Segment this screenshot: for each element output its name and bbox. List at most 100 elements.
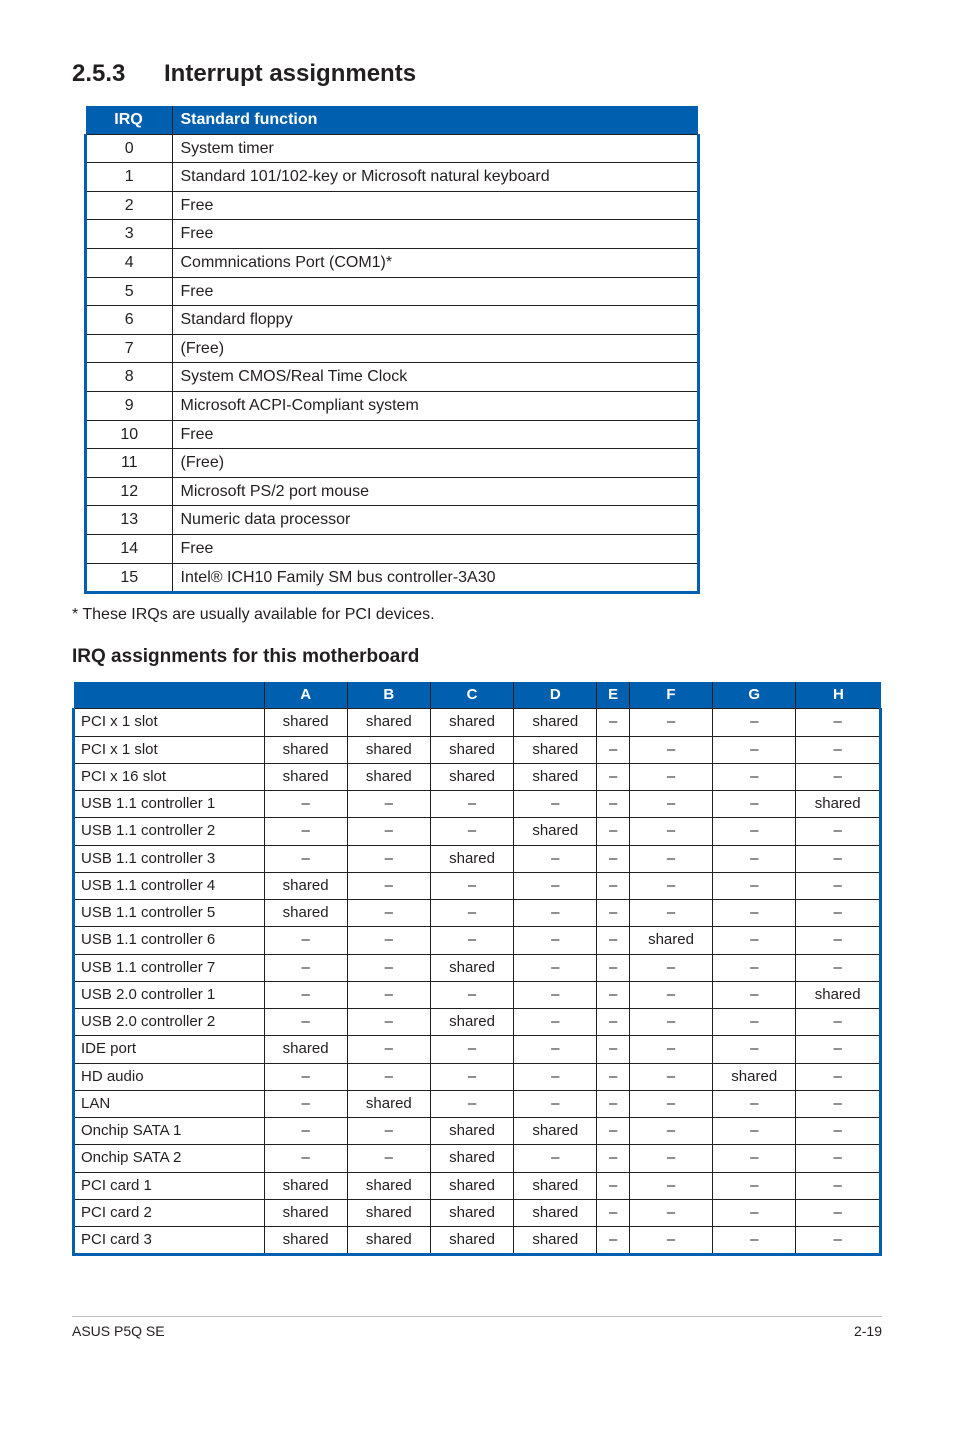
assign-value: – xyxy=(796,763,881,790)
assign-value: shared xyxy=(514,736,597,763)
assign-value: shared xyxy=(796,791,881,818)
assign-device: USB 1.1 controller 6 xyxy=(74,927,265,954)
assign-value: shared xyxy=(264,763,347,790)
assign-header-col: F xyxy=(629,682,712,709)
assign-value: – xyxy=(264,1145,347,1172)
assign-value: – xyxy=(430,900,513,927)
table-row: 4Commnications Port (COM1)* xyxy=(86,248,699,277)
irq-number: 11 xyxy=(86,449,173,478)
assign-value: shared xyxy=(264,900,347,927)
assign-value: – xyxy=(597,1118,630,1145)
irq-number: 2 xyxy=(86,191,173,220)
assign-value: shared xyxy=(347,1199,430,1226)
assign-value: shared xyxy=(264,1036,347,1063)
assign-value: shared xyxy=(514,1118,597,1145)
table-row: 3Free xyxy=(86,220,699,249)
section-number: 2.5.3 xyxy=(72,60,164,88)
assign-value: – xyxy=(796,927,881,954)
assign-value: – xyxy=(713,1118,796,1145)
assign-value: shared xyxy=(430,954,513,981)
table-row: 10Free xyxy=(86,420,699,449)
assign-value: – xyxy=(629,981,712,1008)
assign-value: – xyxy=(629,1172,712,1199)
irq-function: System CMOS/Real Time Clock xyxy=(172,363,698,392)
assign-value: – xyxy=(713,818,796,845)
irq-number: 4 xyxy=(86,248,173,277)
assign-value: – xyxy=(597,954,630,981)
assign-value: – xyxy=(430,1063,513,1090)
assign-value: – xyxy=(347,1009,430,1036)
table-row: 14Free xyxy=(86,534,699,563)
assign-value: – xyxy=(713,791,796,818)
assign-value: – xyxy=(796,709,881,736)
assign-value: – xyxy=(514,1145,597,1172)
table-row: 8System CMOS/Real Time Clock xyxy=(86,363,699,392)
section-title: 2.5.3Interrupt assignments xyxy=(72,60,882,88)
table-row: Onchip SATA 2––shared––––– xyxy=(74,1145,881,1172)
assign-value: – xyxy=(629,709,712,736)
assign-value: – xyxy=(347,1063,430,1090)
assign-value: – xyxy=(713,1009,796,1036)
section-heading: Interrupt assignments xyxy=(164,60,416,87)
assign-value: shared xyxy=(514,818,597,845)
assign-value: – xyxy=(347,1118,430,1145)
assign-device: USB 1.1 controller 2 xyxy=(74,818,265,845)
assign-value: – xyxy=(597,927,630,954)
assign-value: – xyxy=(629,1090,712,1117)
assign-value: – xyxy=(430,791,513,818)
assign-value: – xyxy=(430,818,513,845)
assign-value: – xyxy=(629,900,712,927)
table-row: PCI x 1 slotsharedsharedsharedshared–––– xyxy=(74,709,881,736)
assign-value: – xyxy=(629,845,712,872)
assign-value: – xyxy=(713,1036,796,1063)
assign-value: – xyxy=(347,791,430,818)
assign-device: USB 1.1 controller 3 xyxy=(74,845,265,872)
assign-value: shared xyxy=(264,1199,347,1226)
assign-value: shared xyxy=(347,763,430,790)
assign-value: – xyxy=(629,954,712,981)
assign-value: – xyxy=(347,872,430,899)
assign-value: – xyxy=(430,1036,513,1063)
assign-value: shared xyxy=(430,763,513,790)
assign-device: Onchip SATA 2 xyxy=(74,1145,265,1172)
assign-value: – xyxy=(347,1036,430,1063)
assign-value: – xyxy=(796,1172,881,1199)
assign-value: – xyxy=(713,763,796,790)
assign-value: – xyxy=(796,1009,881,1036)
assign-value: – xyxy=(629,1199,712,1226)
assign-header-col: D xyxy=(514,682,597,709)
table-row: USB 1.1 controller 2–––shared–––– xyxy=(74,818,881,845)
table-row: 6Standard floppy xyxy=(86,306,699,335)
irq-function: Numeric data processor xyxy=(172,506,698,535)
assign-device: USB 2.0 controller 1 xyxy=(74,981,265,1008)
assign-value: – xyxy=(629,872,712,899)
assign-value: – xyxy=(629,791,712,818)
assign-value: – xyxy=(430,1090,513,1117)
footnote: * These IRQs are usually available for P… xyxy=(72,606,882,624)
assign-value: – xyxy=(347,845,430,872)
assign-value: – xyxy=(629,736,712,763)
assign-value: shared xyxy=(347,1090,430,1117)
irq-number: 12 xyxy=(86,477,173,506)
irq-number: 0 xyxy=(86,134,173,163)
assign-value: shared xyxy=(430,736,513,763)
irq-number: 14 xyxy=(86,534,173,563)
assign-value: – xyxy=(430,981,513,1008)
assign-value: shared xyxy=(264,872,347,899)
assign-value: – xyxy=(347,927,430,954)
assign-value: – xyxy=(796,1118,881,1145)
assign-value: shared xyxy=(264,709,347,736)
table-row: IDE portshared––––––– xyxy=(74,1036,881,1063)
assign-value: – xyxy=(514,1090,597,1117)
table-row: USB 1.1 controller 7––shared––––– xyxy=(74,954,881,981)
assign-value: – xyxy=(264,845,347,872)
assign-value: shared xyxy=(796,981,881,1008)
irq-function: Free xyxy=(172,191,698,220)
irq-function: Microsoft PS/2 port mouse xyxy=(172,477,698,506)
table-row: 5Free xyxy=(86,277,699,306)
table-row: 1Standard 101/102-key or Microsoft natur… xyxy=(86,163,699,192)
assign-value: shared xyxy=(713,1063,796,1090)
assign-value: – xyxy=(713,900,796,927)
assign-value: shared xyxy=(430,1227,513,1255)
assign-value: – xyxy=(713,927,796,954)
